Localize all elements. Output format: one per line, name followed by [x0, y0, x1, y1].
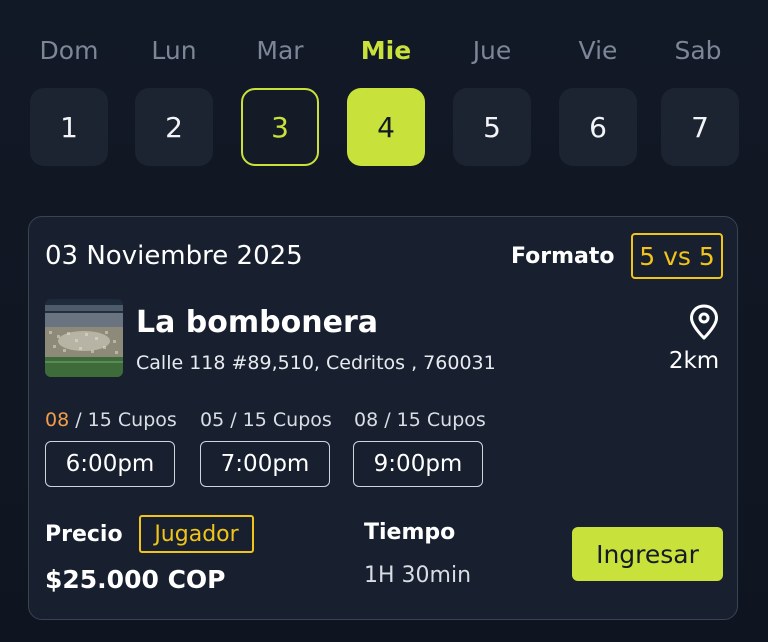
weekday-jue: Jue — [472, 36, 512, 65]
day-button-6[interactable]: 6 — [559, 88, 637, 166]
venue-address: Calle 118 #89,510, Cedritos , 760031 — [136, 352, 496, 374]
slot-capacity-3: 08 / 15 Cupos — [354, 409, 486, 431]
day-button-5[interactable]: 5 — [453, 88, 531, 166]
day-button-3[interactable]: 3 — [241, 88, 319, 166]
player-type-badge: Jugador — [139, 515, 254, 553]
format-label: Formato — [511, 244, 615, 269]
app-screen: Dom Lun Mar Mie Jue Vie Sab 1 2 3 4 5 6 … — [0, 0, 768, 642]
price-value: $25.000 COP — [45, 565, 226, 594]
slot-total-capacity: / 15 Cupos — [75, 409, 177, 431]
weekday-mar: Mar — [256, 36, 304, 65]
weekday-vie: Vie — [578, 36, 618, 65]
price-label: Precio — [45, 522, 123, 547]
match-date: 03 Noviembre 2025 — [45, 241, 303, 271]
day-button-1[interactable]: 1 — [30, 88, 108, 166]
slot-total-capacity: / 15 Cupos — [230, 409, 332, 431]
duration-label: Tiempo — [364, 520, 456, 545]
join-button[interactable]: Ingresar — [572, 527, 723, 581]
weekday-dom: Dom — [39, 36, 99, 65]
time-slot-button[interactable]: 6:00pm — [45, 441, 175, 487]
venue-name: La bombonera — [136, 305, 378, 340]
match-card: 03 Noviembre 2025 Formato 5 vs 5 La bomb… — [28, 216, 738, 620]
slot-total-capacity: / 15 Cupos — [384, 409, 486, 431]
slot-taken-count: 08 — [354, 409, 379, 431]
distance-label: 2km — [668, 348, 720, 374]
slot-capacity-2: 05 / 15 Cupos — [200, 409, 332, 431]
slot-taken-count: 05 — [200, 409, 225, 431]
time-slot-button[interactable]: 9:00pm — [353, 441, 483, 487]
weekday-lun: Lun — [151, 36, 197, 65]
day-button-7[interactable]: 7 — [661, 88, 739, 166]
weekday-sab: Sab — [674, 36, 722, 65]
format-badge: 5 vs 5 — [631, 233, 723, 279]
slot-taken-count: 08 — [45, 409, 70, 431]
venue-image — [45, 299, 123, 377]
duration-value: 1H 30min — [364, 563, 472, 588]
slot-capacity-1: 08 / 15 Cupos — [45, 409, 177, 431]
weekday-mie: Mie — [360, 36, 412, 65]
time-slot-button[interactable]: 7:00pm — [200, 441, 330, 487]
day-button-4-selected[interactable]: 4 — [347, 88, 425, 166]
day-button-2[interactable]: 2 — [135, 88, 213, 166]
map-pin-icon[interactable] — [687, 303, 721, 341]
